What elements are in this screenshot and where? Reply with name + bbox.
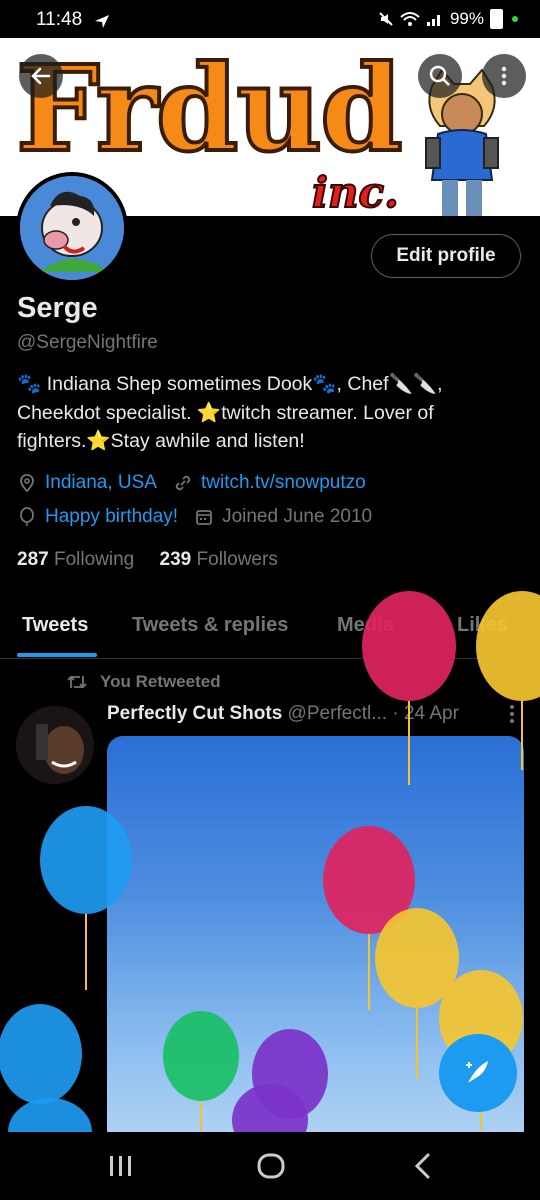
compose-feather-icon xyxy=(466,1061,488,1083)
following-label: Following xyxy=(53,549,135,570)
balloon xyxy=(362,591,456,785)
more-vertical-icon xyxy=(501,66,507,86)
birthday-link[interactable]: Happy birthday! xyxy=(45,506,178,528)
profile-bio: 🐾 Indiana Shep sometimes Dook🐾, Chef🔪🔪, … xyxy=(17,370,517,456)
more-options-button[interactable] xyxy=(482,54,526,98)
following-link[interactable]: 287 Following xyxy=(17,549,134,570)
link-icon xyxy=(175,475,191,491)
bio-line: 🐾 Indiana Shep sometimes Dook🐾, Chef🔪🔪, xyxy=(17,373,443,395)
balloon xyxy=(163,1011,239,1140)
home-icon[interactable] xyxy=(256,1152,286,1180)
profile-handle: @SergeNightfire xyxy=(17,332,158,353)
calendar-icon xyxy=(196,510,212,525)
status-icons: 99% xyxy=(378,9,518,29)
profile-meta-row: Happy birthday! Joined June 2010 xyxy=(17,506,372,528)
battery-icon xyxy=(490,9,503,29)
system-navigation-bar xyxy=(0,1132,540,1200)
location-pin-icon xyxy=(20,474,34,493)
back-nav-icon[interactable] xyxy=(412,1152,434,1180)
mute-icon xyxy=(379,12,393,26)
wifi-icon xyxy=(400,12,420,26)
profile-location: Indiana, USA xyxy=(45,472,157,493)
profile-name: Serge xyxy=(17,292,98,324)
compose-tweet-button[interactable] xyxy=(439,1034,517,1112)
recent-apps-icon[interactable] xyxy=(108,1154,134,1178)
navigation-arrow-icon xyxy=(95,15,109,28)
balloon xyxy=(476,591,540,770)
battery-percent: 99% xyxy=(449,9,484,28)
balloon xyxy=(40,806,132,990)
arrow-left-icon xyxy=(31,67,51,85)
status-bar: 11:48 99% xyxy=(0,0,540,38)
status-time: 11:48 xyxy=(36,9,83,30)
following-count: 287 xyxy=(17,549,49,570)
banner-logo-text: Frdud xyxy=(14,39,405,178)
balloon-icon xyxy=(20,507,34,526)
followers-count: 239 xyxy=(159,549,192,570)
signal-icon xyxy=(426,15,440,26)
followers-link[interactable]: 239 Followers xyxy=(160,549,278,570)
edit-profile-button[interactable]: Edit profile xyxy=(371,234,521,278)
followers-label: Followers xyxy=(196,549,278,570)
notification-dot xyxy=(512,16,518,22)
banner-logo-subtext: inc. xyxy=(311,167,400,216)
bio-line: Cheekdot specialist. ⭐twitch streamer. L… xyxy=(17,401,434,424)
profile-avatar[interactable] xyxy=(16,172,128,284)
joined-date: Joined June 2010 xyxy=(222,506,373,527)
follow-counts: 287 Following 239 Followers xyxy=(17,549,278,571)
bio-line: fighters.⭐Stay awhile and listen! xyxy=(17,430,305,452)
profile-meta-row: Indiana, USA twitch.tv/snowputzo xyxy=(17,472,366,494)
profile-website-link[interactable]: twitch.tv/snowputzo xyxy=(201,472,366,494)
balloon xyxy=(0,1004,82,1104)
back-button[interactable] xyxy=(19,54,63,98)
search-button[interactable] xyxy=(418,54,462,98)
search-icon xyxy=(429,65,450,86)
avatar-illustration xyxy=(20,176,124,280)
